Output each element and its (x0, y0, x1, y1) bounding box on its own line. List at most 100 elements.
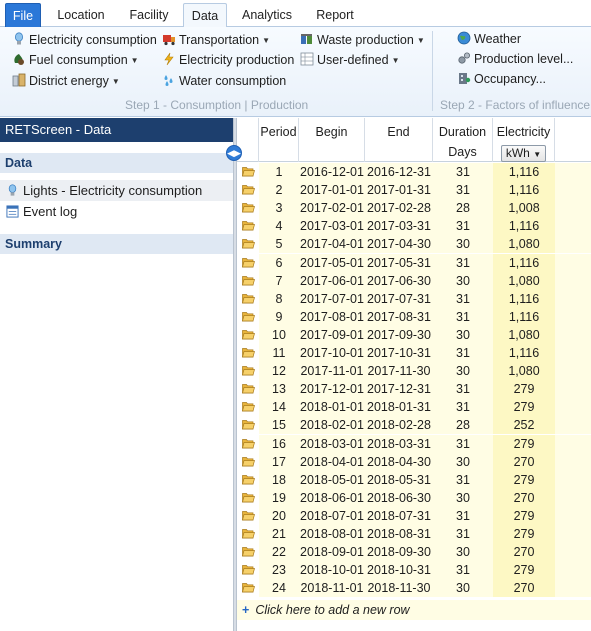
cell-electricity[interactable]: 1,116 (493, 344, 555, 362)
cell-electricity[interactable]: 279 (493, 398, 555, 417)
table-row[interactable]: 23 2018-10-01 2018-10-31 31 279 (237, 561, 591, 580)
cell-begin[interactable]: 2017-04-01 (299, 235, 365, 254)
tab-data[interactable]: Data (183, 3, 227, 28)
row-open-button[interactable] (237, 398, 259, 417)
column-header-end[interactable]: End (365, 118, 433, 162)
table-row[interactable]: 17 2018-04-01 2018-04-30 30 270 (237, 452, 591, 471)
cell-electricity[interactable]: 279 (493, 561, 555, 580)
cell-begin[interactable]: 2017-03-01 (299, 217, 365, 236)
electricity-consumption-button[interactable]: Electricity consumption (12, 31, 157, 50)
cell-end[interactable]: 2018-03-31 (365, 434, 433, 453)
fuel-consumption-button[interactable]: Fuel consumption ▼ (12, 51, 139, 70)
row-open-button[interactable] (237, 181, 259, 200)
table-row[interactable]: 10 2017-09-01 2017-09-30 30 1,080 (237, 325, 591, 344)
nav-item-lights-electricity[interactable]: Lights - Electricity consumption (0, 180, 233, 201)
cell-period[interactable]: 3 (259, 199, 299, 218)
cell-end[interactable]: 2017-12-31 (365, 380, 433, 399)
table-row[interactable]: 2 2017-01-01 2017-01-31 31 1,116 (237, 181, 591, 200)
cell-period[interactable]: 13 (259, 380, 299, 399)
row-open-button[interactable] (237, 543, 259, 562)
production-level-button[interactable]: Production level... (457, 50, 573, 69)
cell-duration[interactable]: 28 (433, 199, 493, 218)
occupancy-button[interactable]: Occupancy... (457, 70, 546, 89)
cell-begin[interactable]: 2018-04-01 (299, 452, 365, 471)
table-row[interactable]: 15 2018-02-01 2018-02-28 28 252 (237, 416, 591, 435)
table-row[interactable]: 14 2018-01-01 2018-01-31 31 279 (237, 398, 591, 417)
row-open-button[interactable] (237, 217, 259, 236)
cell-period[interactable]: 10 (259, 325, 299, 344)
cell-period[interactable]: 20 (259, 506, 299, 525)
cell-end[interactable]: 2018-08-31 (365, 525, 433, 543)
row-open-button[interactable] (237, 525, 259, 543)
cell-duration[interactable]: 31 (433, 181, 493, 200)
cell-begin[interactable]: 2018-11-01 (299, 579, 365, 598)
cell-end[interactable]: 2017-07-31 (365, 289, 433, 308)
cell-end[interactable]: 2018-02-28 (365, 416, 433, 435)
cell-period[interactable]: 12 (259, 362, 299, 381)
table-row[interactable]: 7 2017-06-01 2017-06-30 30 1,080 (237, 271, 591, 290)
cell-electricity[interactable]: 1,116 (493, 289, 555, 308)
cell-duration[interactable]: 31 (433, 525, 493, 543)
cell-begin[interactable]: 2017-08-01 (299, 307, 365, 326)
cell-period[interactable]: 22 (259, 543, 299, 562)
user-defined-button[interactable]: User-defined ▼ (300, 51, 400, 70)
cell-electricity[interactable]: 270 (493, 452, 555, 471)
row-open-button[interactable] (237, 488, 259, 507)
cell-duration[interactable]: 31 (433, 506, 493, 525)
cell-begin[interactable]: 2017-01-01 (299, 181, 365, 200)
table-row[interactable]: 12 2017-11-01 2017-11-30 30 1,080 (237, 362, 591, 381)
tab-location[interactable]: Location (50, 3, 112, 27)
cell-electricity[interactable]: 270 (493, 579, 555, 598)
column-header-duration[interactable]: Duration Days (433, 118, 493, 162)
cell-end[interactable]: 2018-07-31 (365, 506, 433, 525)
cell-period[interactable]: 19 (259, 488, 299, 507)
table-row[interactable]: 21 2018-08-01 2018-08-31 31 279 (237, 525, 591, 543)
cell-duration[interactable]: 31 (433, 344, 493, 362)
cell-duration[interactable]: 31 (433, 163, 493, 181)
cell-begin[interactable]: 2018-03-01 (299, 434, 365, 453)
row-open-button[interactable] (237, 416, 259, 435)
table-row[interactable]: 13 2017-12-01 2017-12-31 31 279 (237, 380, 591, 399)
collapse-panel-button[interactable]: ◀▶ (226, 145, 242, 161)
cell-end[interactable]: 2017-08-31 (365, 307, 433, 326)
cell-duration[interactable]: 30 (433, 488, 493, 507)
cell-begin[interactable]: 2017-07-01 (299, 289, 365, 308)
cell-begin[interactable]: 2017-05-01 (299, 253, 365, 272)
cell-duration[interactable]: 30 (433, 452, 493, 471)
row-open-button[interactable] (237, 579, 259, 598)
unit-dropdown[interactable]: kWh ▼ (500, 145, 547, 162)
cell-electricity[interactable]: 1,116 (493, 217, 555, 236)
cell-end[interactable]: 2017-09-30 (365, 325, 433, 344)
cell-period[interactable]: 15 (259, 416, 299, 435)
cell-electricity[interactable]: 1,080 (493, 271, 555, 290)
row-open-button[interactable] (237, 506, 259, 525)
tab-facility[interactable]: Facility (120, 3, 178, 27)
cell-end[interactable]: 2017-01-31 (365, 181, 433, 200)
cell-duration[interactable]: 31 (433, 398, 493, 417)
cell-duration[interactable]: 30 (433, 235, 493, 254)
column-header-begin[interactable]: Begin (299, 118, 365, 162)
cell-duration[interactable]: 31 (433, 470, 493, 489)
weather-button[interactable]: Weather (457, 30, 521, 49)
cell-duration[interactable]: 31 (433, 434, 493, 453)
cell-begin[interactable]: 2017-11-01 (299, 362, 365, 381)
cell-electricity[interactable]: 252 (493, 416, 555, 435)
row-open-button[interactable] (237, 271, 259, 290)
tab-report[interactable]: Report (308, 3, 362, 27)
table-row[interactable]: 22 2018-09-01 2018-09-30 30 270 (237, 543, 591, 562)
row-open-button[interactable] (237, 362, 259, 381)
summary-section-header[interactable]: Summary (0, 234, 233, 254)
cell-end[interactable]: 2017-11-30 (365, 362, 433, 381)
table-row[interactable]: 18 2018-05-01 2018-05-31 31 279 (237, 470, 591, 489)
table-row[interactable]: 19 2018-06-01 2018-06-30 30 270 (237, 488, 591, 507)
cell-duration[interactable]: 30 (433, 362, 493, 381)
cell-duration[interactable]: 30 (433, 579, 493, 598)
cell-period[interactable]: 8 (259, 289, 299, 308)
cell-duration[interactable]: 30 (433, 325, 493, 344)
cell-electricity[interactable]: 1,080 (493, 325, 555, 344)
cell-period[interactable]: 7 (259, 271, 299, 290)
table-row[interactable]: 24 2018-11-01 2018-11-30 30 270 (237, 579, 591, 598)
table-row[interactable]: 9 2017-08-01 2017-08-31 31 1,116 (237, 307, 591, 326)
cell-end[interactable]: 2016-12-31 (365, 163, 433, 181)
cell-electricity[interactable]: 1,008 (493, 199, 555, 218)
